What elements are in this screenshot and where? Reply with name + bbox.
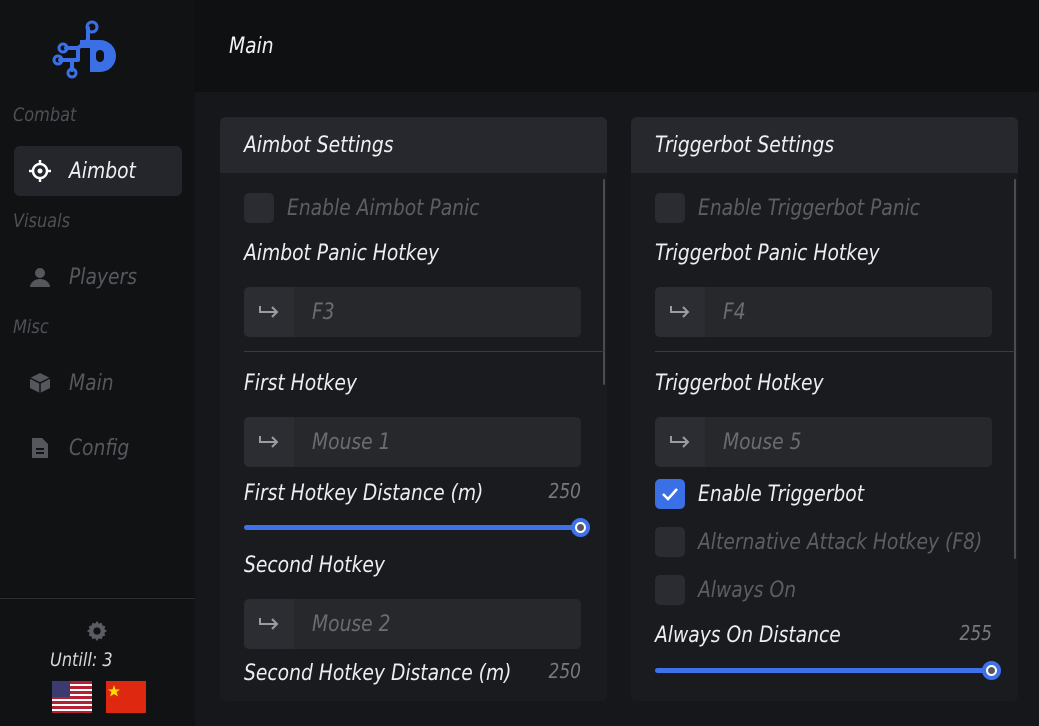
enable-triggerbot-row[interactable]: Enable Triggerbot	[655, 479, 893, 509]
checkbox-label: Enable Aimbot Panic	[287, 195, 480, 221]
panel-body: Enable Aimbot Panic Aimbot Panic Hotkey …	[220, 173, 607, 701]
hotkey-value: Mouse 2	[312, 611, 391, 637]
always-on-checkbox[interactable]	[655, 575, 685, 605]
hotkey-arrow-icon	[244, 287, 294, 337]
triggerbot-panic-hotkey-field[interactable]: F4	[655, 287, 992, 337]
panel-title: Aimbot Settings	[244, 132, 394, 158]
section-label-misc: Misc	[13, 316, 49, 338]
panel-header: Triggerbot Settings	[631, 117, 1018, 173]
triggerbot-panic-row[interactable]: Enable Triggerbot Panic	[655, 193, 959, 223]
cn-flag-icon[interactable]	[106, 681, 146, 713]
always-on-distance-slider[interactable]	[655, 661, 1001, 681]
triggerbot-settings-panel: Triggerbot Settings Enable Triggerbot Pa…	[631, 117, 1018, 701]
triggerbot-hotkey-field[interactable]: Mouse 5	[655, 417, 992, 467]
document-icon	[27, 435, 53, 461]
checkmark-icon	[662, 488, 678, 501]
box-icon	[27, 370, 53, 396]
hotkey-value: F3	[312, 299, 335, 325]
sidebar: Combat Aimbot Visuals Players Misc Main …	[0, 0, 195, 726]
slider-thumb[interactable]	[571, 518, 590, 537]
panel-title: Triggerbot Settings	[655, 132, 835, 158]
hotkey-arrow-icon	[655, 287, 705, 337]
hotkey-arrow-icon	[244, 599, 294, 649]
main-content: Aimbot Settings Enable Aimbot Panic Aimb…	[195, 92, 1039, 726]
aimbot-panic-row[interactable]: Enable Aimbot Panic	[244, 193, 513, 223]
slider-fill	[244, 525, 581, 530]
section-label-combat: Combat	[13, 104, 77, 126]
always-on-distance-label: Always On Distance	[655, 623, 841, 648]
first-distance-slider[interactable]	[244, 518, 590, 538]
hotkey-value: Mouse 5	[723, 429, 802, 455]
second-hotkey-label: Second Hotkey	[244, 553, 386, 578]
aimbot-panic-hotkey-field[interactable]: F3	[244, 287, 581, 337]
page-title: Main	[229, 34, 274, 59]
sidebar-item-players[interactable]: Players	[14, 252, 182, 302]
aimbot-settings-panel: Aimbot Settings Enable Aimbot Panic Aimb…	[220, 117, 607, 701]
user-icon	[27, 264, 53, 290]
slider-thumb[interactable]	[982, 661, 1001, 680]
sidebar-item-label: Players	[69, 264, 137, 290]
crosshair-icon	[27, 158, 53, 184]
sidebar-item-main[interactable]: Main	[14, 358, 182, 408]
first-distance-value: 250	[548, 479, 581, 503]
triggerbot-hotkey-label: Triggerbot Hotkey	[655, 371, 824, 396]
sidebar-item-aimbot[interactable]: Aimbot	[14, 146, 182, 196]
hotkey-value: F4	[723, 299, 746, 325]
first-hotkey-field[interactable]: Mouse 1	[244, 417, 581, 467]
always-on-distance-value: 255	[959, 621, 992, 645]
sidebar-item-label: Aimbot	[69, 158, 136, 184]
alt-attack-row[interactable]: Alternative Attack Hotkey (F8)	[655, 527, 1018, 557]
sidebar-footer: Untill: 3	[0, 598, 195, 726]
first-hotkey-label: First Hotkey	[244, 371, 357, 396]
sidebar-item-config[interactable]: Config	[14, 423, 182, 473]
first-distance-label: First Hotkey Distance (m)	[244, 481, 484, 506]
hotkey-arrow-icon	[655, 417, 705, 467]
scrollbar[interactable]	[603, 179, 605, 385]
checkbox-label: Enable Triggerbot	[698, 481, 865, 507]
hotkey-arrow-icon	[244, 417, 294, 467]
sidebar-item-label: Main	[69, 370, 114, 396]
always-on-row[interactable]: Always On	[655, 575, 813, 605]
checkbox-label: Alternative Attack Hotkey (F8)	[698, 529, 983, 555]
checkbox-label: Always On	[698, 577, 797, 603]
panel-header: Aimbot Settings	[220, 117, 607, 173]
second-distance-label: Second Hotkey Distance (m)	[244, 661, 512, 686]
license-remaining: Untill: 3	[50, 649, 113, 671]
checkbox-label: Enable Triggerbot Panic	[698, 195, 921, 221]
divider	[244, 351, 604, 352]
top-bar: Main	[195, 0, 1039, 92]
section-label-visuals: Visuals	[13, 210, 70, 232]
triggerbot-panic-hotkey-label: Triggerbot Panic Hotkey	[655, 241, 880, 266]
scrollbar[interactable]	[1014, 179, 1016, 559]
second-hotkey-field[interactable]: Mouse 2	[244, 599, 581, 649]
aimbot-panic-hotkey-label: Aimbot Panic Hotkey	[244, 241, 440, 266]
gear-icon[interactable]	[86, 620, 108, 642]
alt-attack-checkbox[interactable]	[655, 527, 685, 557]
enable-triggerbot-checkbox[interactable]	[655, 479, 685, 509]
hotkey-value: Mouse 1	[312, 429, 391, 455]
triggerbot-panic-checkbox[interactable]	[655, 193, 685, 223]
panel-body: Enable Triggerbot Panic Triggerbot Panic…	[631, 173, 1018, 701]
slider-fill	[655, 668, 992, 673]
divider	[655, 351, 1015, 352]
sidebar-item-label: Config	[69, 435, 130, 461]
brand-logo	[52, 20, 116, 79]
aimbot-panic-checkbox[interactable]	[244, 193, 274, 223]
us-flag-icon[interactable]	[52, 681, 92, 713]
second-distance-value: 250	[548, 659, 581, 683]
